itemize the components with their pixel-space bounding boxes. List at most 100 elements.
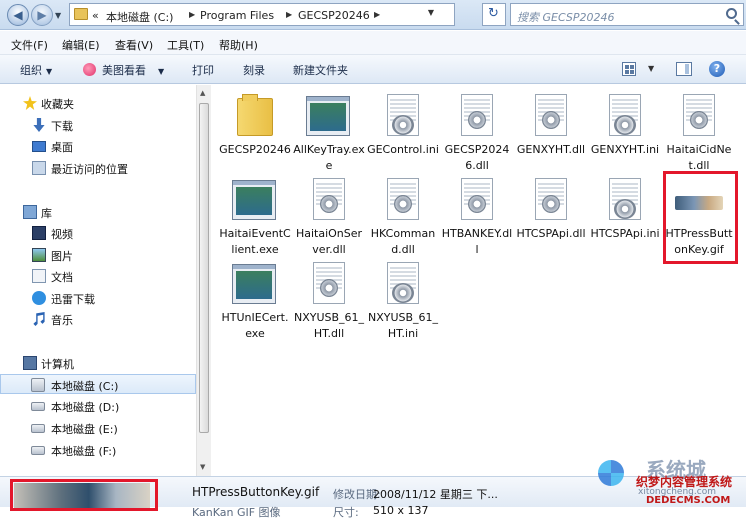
file-item[interactable]: HTCSPApi.ini: [589, 174, 661, 258]
nav-label: 文档: [51, 271, 73, 284]
file-item[interactable]: GENXYHT.dll: [515, 90, 587, 174]
file-item[interactable]: HTUnIECert.exe: [219, 258, 291, 342]
nav-label: 本地磁盘 (D:): [51, 401, 120, 414]
refresh-button[interactable]: ↻: [482, 3, 506, 26]
details-type: KanKan GIF 图像: [192, 506, 281, 519]
burn-button[interactable]: 刻录: [243, 62, 265, 78]
breadcrumb-drive[interactable]: 本地磁盘 (C:): [106, 9, 173, 25]
file-name: NXYUSB_61_HT.ini: [367, 311, 439, 340]
file-item[interactable]: GECSP20246.dll: [441, 90, 513, 174]
file-item[interactable]: GEControl.ini: [367, 90, 439, 174]
dropdown-arrow-icon: ▼: [158, 67, 165, 76]
file-item[interactable]: HTBANKEY.dll: [441, 174, 513, 258]
menu-tools[interactable]: 工具(T): [167, 37, 204, 53]
download-icon: [33, 118, 45, 132]
nav-drive-f[interactable]: 本地磁盘 (F:): [0, 440, 196, 460]
menu-edit[interactable]: 编辑(E): [62, 37, 100, 53]
nav-scrollbar[interactable]: ▲ ▼: [196, 85, 211, 476]
address-dropdown-icon[interactable]: ▼: [428, 8, 434, 17]
file-item[interactable]: NXYUSB_61_HT.ini: [367, 258, 439, 342]
address-bar[interactable]: « 本地磁盘 (C:) ▶ Program Files ▶ GECSP20246…: [69, 3, 455, 26]
view-dropdown-icon[interactable]: ▼: [648, 64, 654, 73]
folder-icon: [237, 94, 273, 136]
ini-icon: [387, 262, 419, 304]
ini-icon: [609, 94, 641, 136]
nav-documents[interactable]: 文档: [0, 266, 196, 286]
file-item[interactable]: HaitaiEventClient.exe: [219, 174, 291, 258]
organize-label: 组织: [20, 64, 42, 77]
video-icon: [32, 226, 46, 240]
file-item[interactable]: NXYUSB_61_HT.dll: [293, 258, 365, 342]
file-name: GECSP20246.dll: [444, 143, 510, 172]
nav-xunlei[interactable]: 迅雷下载: [0, 288, 196, 308]
nav-videos[interactable]: 视频: [0, 223, 196, 243]
ini-icon: [387, 94, 419, 136]
search-input[interactable]: 搜索 GECSP20246: [517, 9, 614, 25]
file-item[interactable]: HaitaiCidNet.dll: [663, 90, 735, 174]
breadcrumb-separator-icon[interactable]: ▶: [286, 10, 292, 19]
dll-icon: [461, 178, 493, 220]
file-name: GENXYHT.dll: [516, 143, 586, 156]
nav-libraries[interactable]: 库: [0, 202, 196, 222]
new-folder-button[interactable]: 新建文件夹: [293, 62, 348, 78]
nav-recent[interactable]: 最近访问的位置: [0, 158, 196, 178]
menu-file[interactable]: 文件(F): [11, 37, 48, 53]
file-item[interactable]: HaitaiOnServer.dll: [293, 174, 365, 258]
scroll-up-icon[interactable]: ▲: [200, 89, 205, 97]
file-name: NXYUSB_61_HT.dll: [293, 311, 365, 340]
print-button[interactable]: 打印: [192, 62, 214, 78]
file-item[interactable]: AllKeyTray.exe: [293, 90, 365, 174]
menu-help[interactable]: 帮助(H): [219, 37, 258, 53]
nav-downloads[interactable]: 下载: [0, 115, 196, 135]
nav-label: 图片: [51, 250, 73, 263]
search-icon[interactable]: [726, 8, 737, 19]
meitu-icon: [83, 63, 96, 76]
scrollbar-thumb[interactable]: [199, 103, 209, 433]
file-item[interactable]: HTCSPApi.dll: [515, 174, 587, 258]
desktop-icon: [32, 141, 46, 152]
file-name: HTUnIECert.exe: [221, 311, 289, 340]
file-item[interactable]: GECSP20246: [219, 90, 291, 174]
nav-label: 本地磁盘 (F:): [51, 445, 117, 458]
meitu-label: 美图看看: [102, 64, 146, 77]
breadcrumb-separator-icon[interactable]: ▶: [189, 10, 195, 19]
nav-drive-e[interactable]: 本地磁盘 (E:): [0, 418, 196, 438]
nav-label: 库: [41, 207, 52, 220]
file-name: HaitaiEventClient.exe: [219, 227, 291, 256]
details-dims-label: 尺寸:: [333, 506, 359, 519]
search-box[interactable]: 搜索 GECSP20246: [510, 3, 744, 26]
view-options-icon[interactable]: [622, 62, 636, 76]
nav-drive-c[interactable]: 本地磁盘 (C:): [0, 374, 196, 394]
file-name: HKCommand.dll: [370, 227, 436, 256]
music-icon: [33, 312, 45, 326]
file-name: GEControl.ini: [367, 143, 439, 156]
preview-pane-icon[interactable]: [676, 62, 692, 76]
nav-drive-d[interactable]: 本地磁盘 (D:): [0, 396, 196, 416]
file-item[interactable]: GENXYHT.ini: [589, 90, 661, 174]
organize-button[interactable]: 组织 ▼: [20, 62, 52, 78]
history-dropdown-icon[interactable]: ▼: [55, 11, 61, 20]
scroll-down-icon[interactable]: ▼: [200, 463, 205, 471]
breadcrumb-separator-icon[interactable]: ▶: [374, 10, 380, 19]
meitu-button[interactable]: 美图看看 ▼: [102, 62, 164, 78]
nav-desktop[interactable]: 桌面: [0, 136, 196, 156]
breadcrumb-program-files[interactable]: Program Files: [200, 9, 274, 22]
watermark: 系统城 织梦内容管理系统 xitongcheng.com DEDECMS.COM: [598, 452, 746, 507]
nav-computer[interactable]: 计算机: [0, 353, 196, 373]
breadcrumb-gecsp[interactable]: GECSP20246: [298, 9, 370, 22]
breadcrumb-overflow[interactable]: «: [92, 9, 99, 22]
address-row: ◀ ▶ ▼ « 本地磁盘 (C:) ▶ Program Files ▶ GECS…: [0, 0, 746, 30]
nav-music[interactable]: 音乐: [0, 309, 196, 329]
forward-arrow-icon: ▶: [37, 8, 47, 22]
file-item[interactable]: HKCommand.dll: [367, 174, 439, 258]
nav-pictures[interactable]: 图片: [0, 245, 196, 265]
back-button[interactable]: ◀: [7, 4, 29, 26]
nav-favorites[interactable]: 收藏夹: [0, 93, 196, 113]
file-name: AllKeyTray.exe: [293, 143, 365, 172]
forward-button[interactable]: ▶: [31, 4, 53, 26]
file-name: HaitaiCidNet.dll: [666, 143, 732, 172]
ini-icon: [609, 178, 641, 220]
menu-view[interactable]: 查看(V): [115, 37, 153, 53]
help-icon[interactable]: ?: [709, 61, 725, 77]
nav-label: 计算机: [41, 358, 74, 371]
